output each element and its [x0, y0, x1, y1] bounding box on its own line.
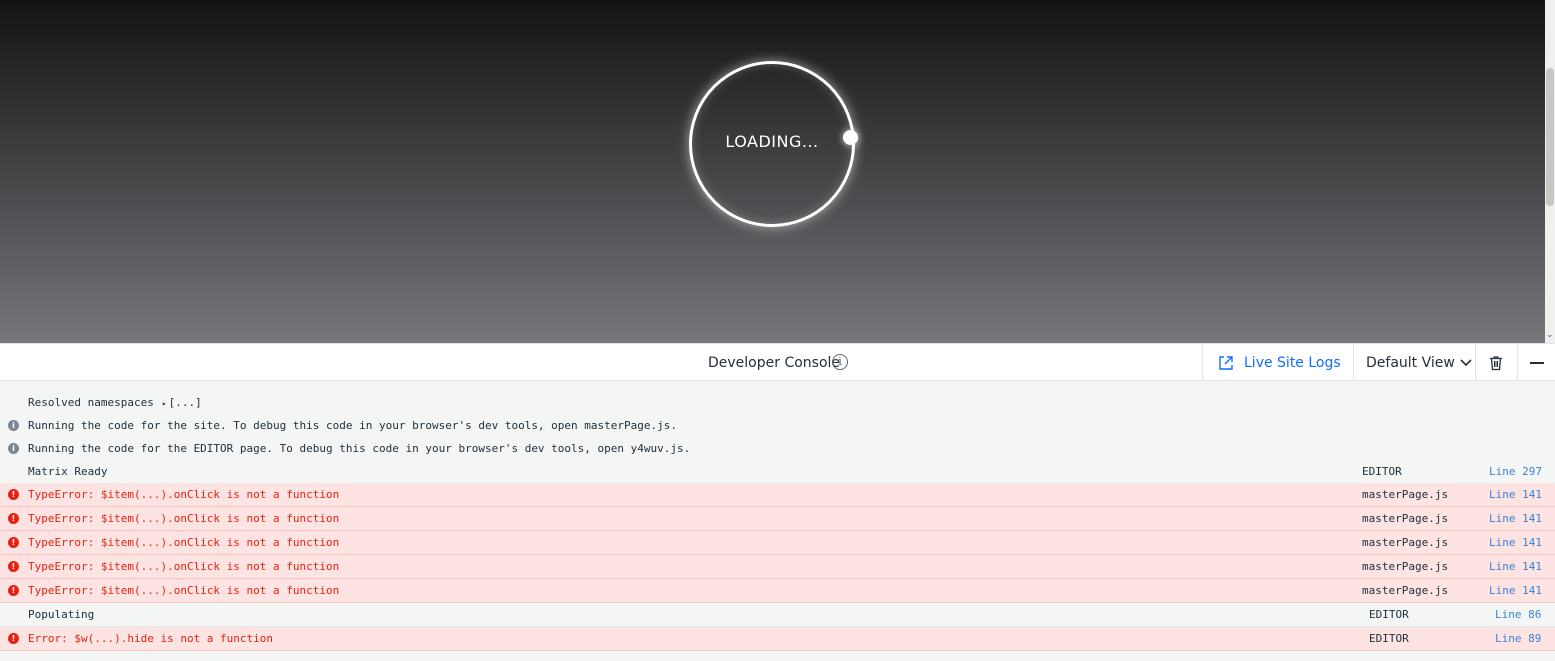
- log-source: EDITOR: [1369, 608, 1409, 621]
- log-message: Matrix Ready: [28, 465, 108, 478]
- log-message: Populating: [28, 608, 95, 621]
- log-message: Resolved namespaces: [28, 396, 154, 409]
- live-site-logs-label: Live Site Logs: [1244, 354, 1341, 371]
- log-message: TypeError: $item(...).onClick is not a f…: [28, 584, 340, 597]
- log-row-error: ! TypeError: $item(...).onClick is not a…: [0, 483, 1555, 507]
- site-preview: LOADING...: [0, 0, 1545, 343]
- log-source: masterPage.js: [1362, 488, 1449, 501]
- header-divider: [1202, 344, 1203, 381]
- log-row-error: ! TypeError: $item(...).onClick is not a…: [0, 531, 1555, 555]
- log-source: EDITOR: [1362, 465, 1402, 478]
- log-message: TypeError: $item(...).onClick is not a f…: [28, 488, 340, 501]
- console-header: Developer Console i Live Site Logs Defau…: [0, 343, 1555, 381]
- log-row: i Running the code for the site. To debu…: [0, 414, 1555, 437]
- header-divider: [1475, 344, 1476, 381]
- loading-text: LOADING...: [725, 132, 819, 151]
- live-site-logs-button[interactable]: Live Site Logs: [1218, 344, 1341, 381]
- log-expander[interactable]: [...]: [169, 396, 202, 409]
- log-row: Matrix Ready EDITOR Line 297: [0, 460, 1555, 483]
- expand-caret-icon[interactable]: ▸: [162, 399, 167, 408]
- log-source: masterPage.js: [1362, 584, 1449, 597]
- log-row: Resolved namespaces ▸ [...]: [0, 391, 1555, 414]
- log-source: EDITOR: [1369, 632, 1409, 645]
- log-message: TypeError: $item(...).onClick is not a f…: [28, 512, 340, 525]
- log-message: Error: $w(...).hide is not a function: [28, 632, 274, 645]
- log-line-link[interactable]: Line 141: [1489, 507, 1542, 530]
- preview-scrollbar[interactable]: ⌄: [1545, 0, 1555, 343]
- log-source: masterPage.js: [1362, 536, 1449, 549]
- view-selector-dropdown[interactable]: Default View: [1366, 344, 1472, 381]
- log-source: masterPage.js: [1362, 512, 1449, 525]
- log-row-error: ! Error: $w(...).hide is not a function …: [0, 627, 1555, 651]
- minimize-icon[interactable]: [1530, 362, 1544, 364]
- console-title: Developer Console: [708, 355, 841, 371]
- error-icon: !: [8, 585, 19, 596]
- log-line-link[interactable]: Line 89: [1495, 627, 1541, 650]
- log-row-error: ! TypeError: $item(...).onClick is not a…: [0, 555, 1555, 579]
- log-row-error: ! TypeError: $item(...).onClick is not a…: [0, 579, 1555, 603]
- log-line-link[interactable]: Line 141: [1489, 483, 1542, 506]
- log-row-error: ! TypeError: $item(...).onClick is not a…: [0, 507, 1555, 531]
- error-icon: !: [8, 513, 19, 524]
- log-source: masterPage.js: [1362, 560, 1449, 573]
- log-line-link[interactable]: Line 86: [1495, 603, 1541, 626]
- external-link-icon: [1219, 355, 1233, 370]
- log-message: Running the code for the EDITOR page. To…: [28, 442, 691, 455]
- log-line-link[interactable]: Line 141: [1489, 555, 1542, 578]
- scroll-down-arrow-icon[interactable]: ⌄: [1546, 330, 1554, 340]
- log-message: TypeError: $item(...).onClick is not a f…: [28, 560, 340, 573]
- log-row: i Running the code for the EDITOR page. …: [0, 437, 1555, 460]
- log-message: Running the code for the site. To debug …: [28, 419, 678, 432]
- info-icon[interactable]: i: [832, 354, 848, 370]
- scrollbar-thumb[interactable]: [1546, 68, 1554, 206]
- header-divider: [1517, 344, 1518, 381]
- log-message: TypeError: $item(...).onClick is not a f…: [28, 536, 340, 549]
- chevron-down-icon: [1460, 358, 1472, 366]
- error-icon: !: [8, 489, 19, 500]
- console-log-list: Resolved namespaces ▸ [...] i Running the …: [0, 391, 1555, 651]
- error-icon: !: [8, 561, 19, 572]
- view-selector-label: Default View: [1366, 354, 1455, 371]
- header-divider: [1353, 344, 1354, 381]
- info-level-icon: i: [8, 420, 19, 431]
- log-line-link[interactable]: Line 141: [1489, 531, 1542, 554]
- error-icon: !: [8, 537, 19, 548]
- log-line-link[interactable]: Line 297: [1489, 460, 1542, 483]
- log-line-link[interactable]: Line 141: [1489, 579, 1542, 602]
- info-level-icon: i: [8, 443, 19, 454]
- log-row: Populating EDITOR Line 86: [0, 603, 1555, 627]
- error-icon: !: [8, 633, 19, 644]
- trash-icon[interactable]: [1488, 355, 1504, 371]
